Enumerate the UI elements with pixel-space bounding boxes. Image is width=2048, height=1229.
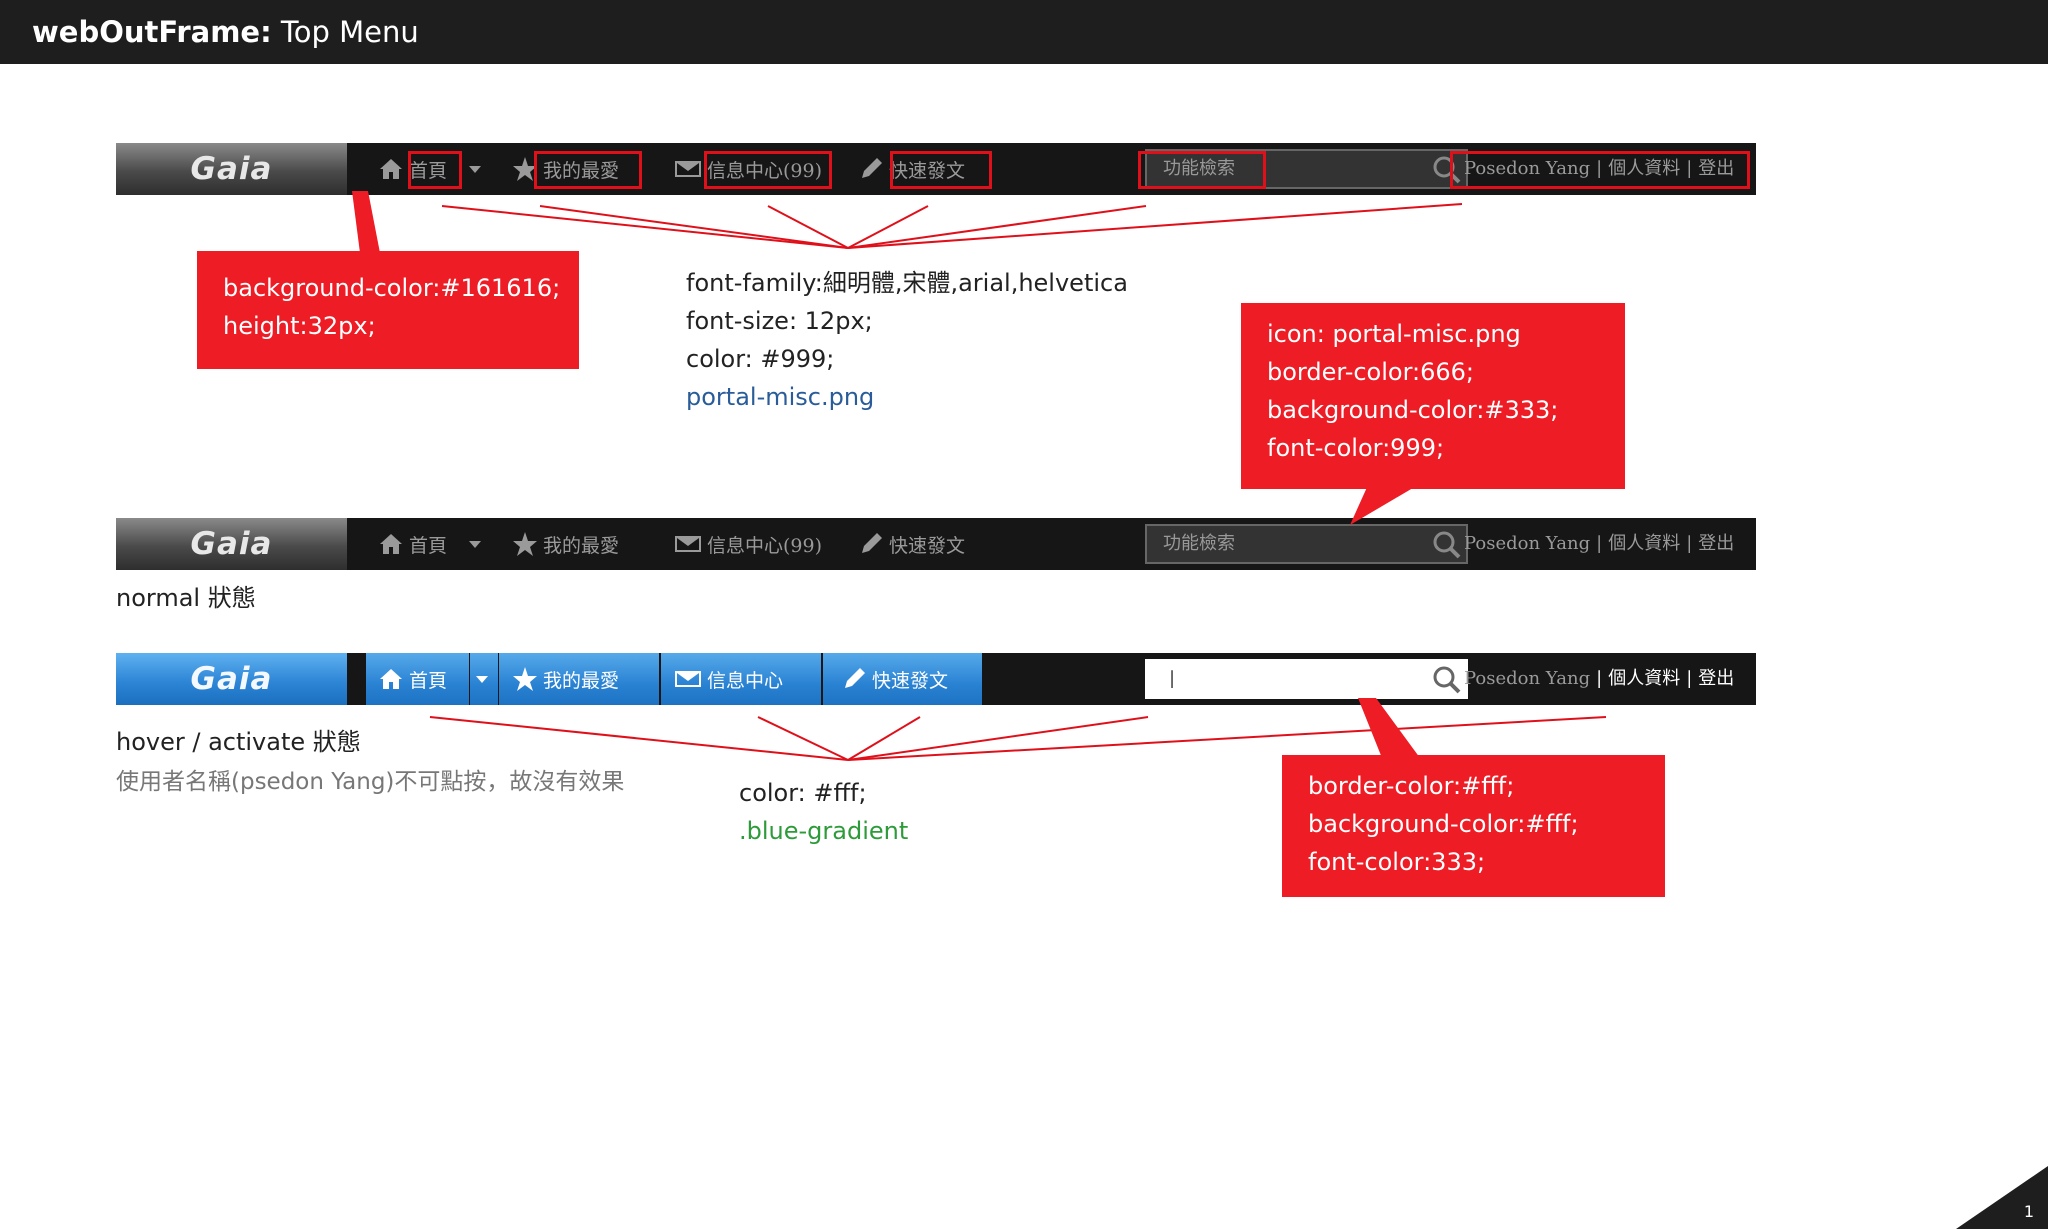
page-number: 1: [2023, 1202, 2034, 1221]
hover-color-note: color: #fff; .blue-gradient: [739, 779, 909, 845]
bar-spec-callout: background-color:#161616; height:32px;: [197, 251, 579, 369]
search-spec-callout: icon: portal-misc.png border-color:666; ba…: [1241, 303, 1625, 489]
portal-misc-link: portal-misc.png: [686, 383, 875, 411]
annotation-connectors: [352, 191, 2048, 1229]
font-spec-note: font-family:細明體,宋體,arial,helvetica font-s…: [686, 264, 1128, 416]
hover-search-callout: border-color:#fff; background-color:#fff;…: [1282, 755, 1665, 897]
